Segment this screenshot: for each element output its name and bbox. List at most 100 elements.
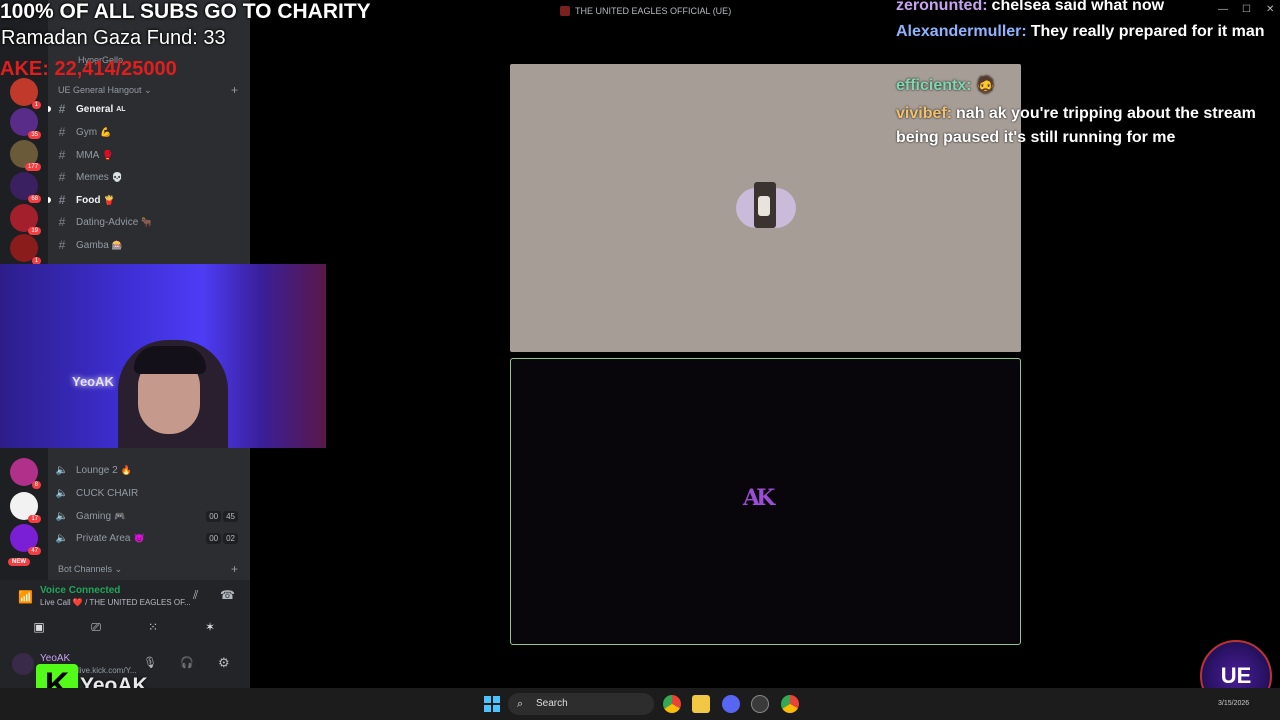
- chrome-icon[interactable]: [781, 695, 799, 713]
- category-label: UE General Hangout: [58, 85, 142, 95]
- channel-label: Food: [76, 194, 101, 206]
- channel-emoji: 🍟: [103, 194, 115, 205]
- hash-icon: #: [58, 102, 66, 116]
- server-icon[interactable]: 35: [10, 108, 41, 139]
- headphones-icon[interactable]: 🎧: [180, 656, 194, 669]
- channel-mma[interactable]: # MMA 🥊: [48, 145, 250, 165]
- category-bot-channels[interactable]: Bot Channels ⌄: [58, 564, 122, 575]
- chevron-down-icon: ⌄: [144, 85, 152, 95]
- file-explorer-icon[interactable]: [692, 695, 710, 713]
- unread-badge: 177: [24, 163, 41, 171]
- charity-banner: 100% OF ALL SUBS GO TO CHARITY: [0, 0, 371, 23]
- server-icon[interactable]: 17: [10, 492, 41, 523]
- add-channel-icon[interactable]: +: [231, 562, 238, 576]
- disconnect-icon[interactable]: ☎: [220, 588, 235, 602]
- channel-label: Lounge 2: [76, 464, 118, 476]
- new-badge: NEW: [8, 558, 30, 566]
- hash-icon: #: [58, 125, 66, 139]
- channel-label: Dating-Advice: [76, 216, 139, 228]
- chat-message: Alexandermuller: They really prepared for…: [896, 20, 1280, 44]
- chat-text: They really prepared for it man: [1030, 23, 1265, 40]
- channel-general[interactable]: # General AL: [48, 99, 250, 119]
- windows-start-icon[interactable]: [484, 696, 500, 712]
- obs-icon[interactable]: [751, 695, 769, 713]
- server-icon[interactable]: 47: [10, 524, 41, 555]
- chat-text: chelsea said what now: [991, 0, 1165, 14]
- channel-gamba[interactable]: # Gamba 🎰: [48, 235, 250, 255]
- channel-label: General: [76, 103, 114, 115]
- ak-logo: AK: [743, 485, 775, 511]
- server-icon[interactable]: 1: [10, 234, 41, 265]
- microphone-icon[interactable]: 🎙: [143, 656, 157, 669]
- camera-button[interactable]: ▣: [19, 617, 59, 637]
- unread-badge: 68: [28, 195, 41, 203]
- username: YeoAK: [40, 653, 71, 664]
- channel-emoji: 🥊: [102, 149, 114, 160]
- fund-label: Ramadan Gaza Fund: 33: [1, 27, 226, 49]
- speaker-icon: 🔈: [55, 487, 69, 499]
- taskbar-clock: 3/15/2026: [1218, 700, 1250, 707]
- discord-icon[interactable]: [722, 695, 740, 713]
- channel-emoji: 😈: [133, 532, 145, 543]
- count-limit: 02: [223, 532, 238, 544]
- unread-badge: 1: [31, 101, 41, 109]
- activities-icon: ⁙: [147, 620, 159, 634]
- channel-emoji: 🎰: [111, 239, 124, 250]
- channel-label: Gamba: [76, 239, 109, 251]
- server-icon[interactable]: 19: [10, 204, 41, 235]
- voice-channel-cuck-chair[interactable]: 🔈 CUCK CHAIR: [48, 483, 250, 503]
- channel-emoji: AL: [116, 105, 126, 113]
- taskbar: ⌕ Search: [0, 688, 1280, 720]
- fund-total: AKE: 22,414/25000: [0, 58, 177, 80]
- speaker-icon: 🔈: [55, 532, 69, 544]
- channel-emoji: 💀: [111, 171, 124, 182]
- channel-gym[interactable]: # Gym 💪: [48, 122, 250, 142]
- hash-icon: #: [58, 193, 66, 207]
- voice-channel-lounge-2[interactable]: 🔈 Lounge 2 🔥: [48, 460, 250, 480]
- channel-label: CUCK CHAIR: [76, 487, 139, 499]
- avatar[interactable]: [12, 653, 34, 675]
- window-title: THE UNITED EAGLES OFFICIAL (UE): [575, 6, 732, 16]
- chrome-icon[interactable]: [663, 695, 681, 713]
- soundboard-icon: ✶: [204, 620, 216, 634]
- channel-label: Private Area: [76, 532, 131, 544]
- server-icon-small: [560, 6, 570, 16]
- settings-gear-icon[interactable]: ⚙: [218, 655, 230, 671]
- neon-sign: YeoAK: [72, 374, 114, 389]
- server-icon[interactable]: 8: [10, 458, 41, 489]
- chat-username: vivibef:: [896, 105, 953, 122]
- add-channel-icon[interactable]: +: [231, 83, 238, 97]
- count-limit: 45: [223, 510, 238, 522]
- server-icon[interactable]: 68: [10, 172, 41, 203]
- hash-icon: #: [58, 215, 66, 229]
- noise-suppression-icon[interactable]: ⫽: [193, 588, 198, 603]
- chevron-down-icon: ⌄: [114, 564, 123, 574]
- channel-food[interactable]: # Food 🍟: [48, 190, 250, 210]
- channel-emoji: 🔥: [120, 464, 132, 475]
- screen-share-button[interactable]: ⎚: [76, 617, 116, 637]
- chat-message: vivibef: nah ak you're tripping about the…: [896, 102, 1280, 150]
- search-icon: ⌕: [517, 698, 524, 710]
- chat-message: efficientx: 🧔: [896, 74, 1280, 98]
- voice-detail[interactable]: Live Call ❤️ / THE UNITED EAGLES OF...: [40, 598, 191, 607]
- speaker-icon: 🔈: [55, 510, 69, 522]
- unread-badge: 8: [31, 481, 41, 489]
- category-hangout[interactable]: UE General Hangout ⌄: [58, 85, 152, 96]
- activities-button[interactable]: ⁙: [133, 617, 173, 637]
- channel-dating-advice[interactable]: # Dating-Advice 🐂: [48, 212, 250, 232]
- channel-label: Gaming: [76, 510, 112, 522]
- chat-message: zeronunted: chelsea said what now: [896, 0, 1280, 18]
- chat-username: efficientx:: [896, 77, 972, 94]
- voice-channel-private-area[interactable]: 🔈 Private Area 😈 00 02: [48, 528, 250, 548]
- voice-status[interactable]: Voice Connected: [40, 585, 120, 596]
- voice-channel-gaming[interactable]: 🔈 Gaming 🎮 00 45: [48, 506, 250, 526]
- chat-username: Alexandermuller:: [896, 23, 1027, 40]
- server-icon[interactable]: 177: [10, 140, 41, 171]
- soundboard-button[interactable]: ✶: [190, 617, 230, 637]
- channel-label: MMA: [76, 149, 100, 161]
- user-count: 00 45: [206, 510, 238, 522]
- server-icon[interactable]: 1: [10, 78, 41, 109]
- channel-memes[interactable]: # Memes 💀: [48, 167, 250, 187]
- video-tile-bottom[interactable]: AK: [510, 358, 1021, 645]
- taskbar-search[interactable]: ⌕ Search: [508, 693, 654, 715]
